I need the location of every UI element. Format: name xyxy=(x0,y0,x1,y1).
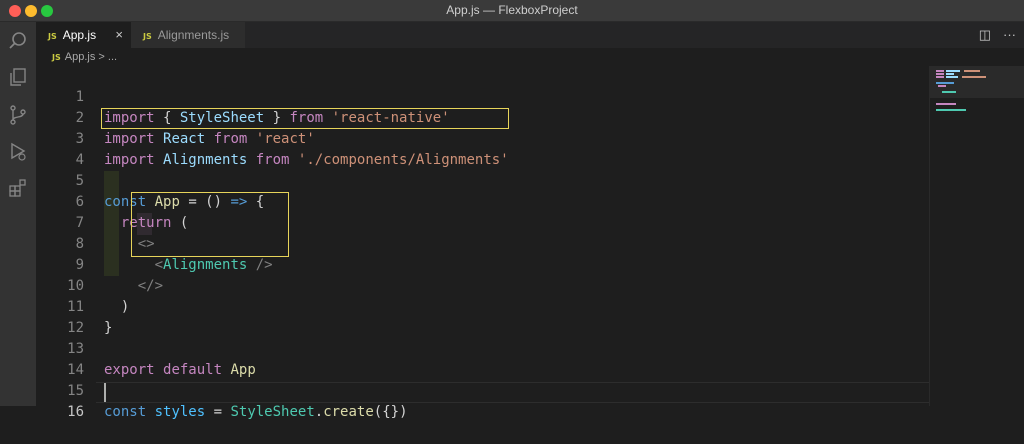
editor-actions: ◫ ··· xyxy=(967,22,1016,48)
breadcrumb-symbol[interactable]: ... xyxy=(108,51,117,63)
code-editor[interactable]: 1 import { StyleSheet } from 'react-nati… xyxy=(36,66,929,420)
run-debug-icon[interactable] xyxy=(7,140,29,162)
breadcrumb: JS App.js > ... xyxy=(36,48,1024,66)
code-line: 15 const styles = StyleSheet.create({}) xyxy=(36,360,929,420)
split-editor-icon[interactable]: ◫ xyxy=(979,27,991,42)
more-actions-icon[interactable]: ··· xyxy=(1003,27,1016,42)
code-line: 6 return ( xyxy=(36,171,929,231)
title-bar: App.js — FlexboxProject xyxy=(0,0,1024,22)
code-line: 12 xyxy=(36,297,929,336)
code-line: 4 xyxy=(36,129,929,168)
line-number: 16 xyxy=(67,404,84,420)
search-icon[interactable] xyxy=(7,30,29,52)
js-file-icon: JS xyxy=(48,32,57,41)
js-file-icon: JS xyxy=(52,53,61,62)
code-line: 1 import { StyleSheet } from 'react-nati… xyxy=(36,66,929,126)
explorer-icon[interactable] xyxy=(7,66,29,88)
close-icon[interactable]: × xyxy=(115,22,123,48)
code-line: 16 xyxy=(36,381,929,420)
tab-label: Alignments.js xyxy=(157,28,230,42)
code-line: 10 ) xyxy=(36,255,929,315)
code-line: 11 } xyxy=(36,276,929,336)
code-line: 2 import React from 'react' xyxy=(36,87,929,147)
tab-bar: JS App.js × JS Alignments.js ◫ ··· xyxy=(36,22,1024,48)
js-file-icon: JS xyxy=(143,32,152,41)
highlight-box-jsx xyxy=(131,192,289,257)
tab-alignments-js[interactable]: JS Alignments.js xyxy=(131,22,246,48)
activity-bar xyxy=(0,22,36,406)
tab-label: App.js xyxy=(62,28,97,42)
code-line: 5 const App = () => { xyxy=(36,150,929,210)
source-control-icon[interactable] xyxy=(7,104,29,126)
extensions-icon[interactable] xyxy=(7,177,29,199)
code-line: 13 export default App xyxy=(36,318,929,378)
breadcrumb-separator: > xyxy=(98,51,105,63)
window-title: App.js — FlexboxProject xyxy=(446,3,578,17)
minimap[interactable] xyxy=(929,66,1024,406)
highlight-box-import xyxy=(101,108,509,129)
code-line: 14 xyxy=(36,339,929,378)
tab-app-js[interactable]: JS App.js × xyxy=(36,22,131,48)
breadcrumb-file[interactable]: App.js xyxy=(65,51,96,63)
